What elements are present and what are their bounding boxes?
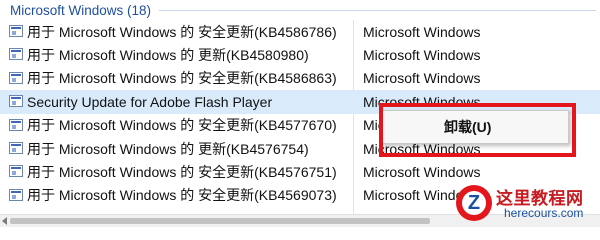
update-name: 用于 Microsoft Windows 的 更新(KB4580980)	[27, 47, 309, 64]
update-package-icon	[9, 25, 23, 37]
update-package-icon	[9, 165, 23, 178]
watermark: Z 这里教程网 herecours.com	[448, 178, 600, 226]
highlight-box	[379, 103, 576, 157]
update-package-icon	[9, 48, 23, 61]
update-name: 用于 Microsoft Windows 的 安全更新(KB4577670)	[27, 117, 337, 134]
update-package-icon	[9, 95, 23, 108]
update-package-icon	[9, 118, 23, 131]
update-name: 用于 Microsoft Windows 的 安全更新(KB4569073)	[27, 187, 337, 204]
update-name: 用于 Microsoft Windows 的 更新(KB4576754)	[27, 140, 309, 157]
update-row[interactable]: 用于 Microsoft Windows 的 安全更新(KB4586863) Mi…	[0, 67, 600, 90]
group-header[interactable]: Microsoft Windows (18)	[0, 0, 600, 20]
update-row[interactable]: 用于 Microsoft Windows 的 更新(KB4580980) Micr…	[0, 43, 600, 66]
update-package-icon	[9, 71, 23, 84]
update-name: 用于 Microsoft Windows 的 安全更新(KB4586786)	[27, 23, 337, 40]
update-publisher: Microsoft Windows	[363, 70, 481, 87]
scrollbar-thumb[interactable]	[10, 218, 430, 224]
update-publisher: Microsoft Windows	[363, 47, 481, 64]
update-package-icon	[9, 141, 23, 154]
update-row[interactable]: 用于 Microsoft Windows 的 安全更新(KB4586786) Mi…	[0, 20, 600, 43]
update-publisher: Microsoft Windows	[363, 23, 481, 40]
group-divider	[159, 9, 596, 11]
watermark-logo-letter: Z	[467, 192, 481, 214]
watermark-logo-icon: Z	[456, 185, 492, 221]
scroll-left-arrow-icon[interactable]	[2, 217, 7, 225]
update-package-icon	[9, 188, 23, 201]
group-title: Microsoft Windows (18)	[10, 2, 152, 18]
update-name: 用于 Microsoft Windows 的 安全更新(KB4576751)	[27, 164, 337, 181]
update-name: Security Update for Adobe Flash Player	[27, 93, 273, 110]
watermark-url: herecours.com	[504, 206, 584, 220]
update-name: 用于 Microsoft Windows 的 安全更新(KB4586863)	[27, 70, 337, 87]
